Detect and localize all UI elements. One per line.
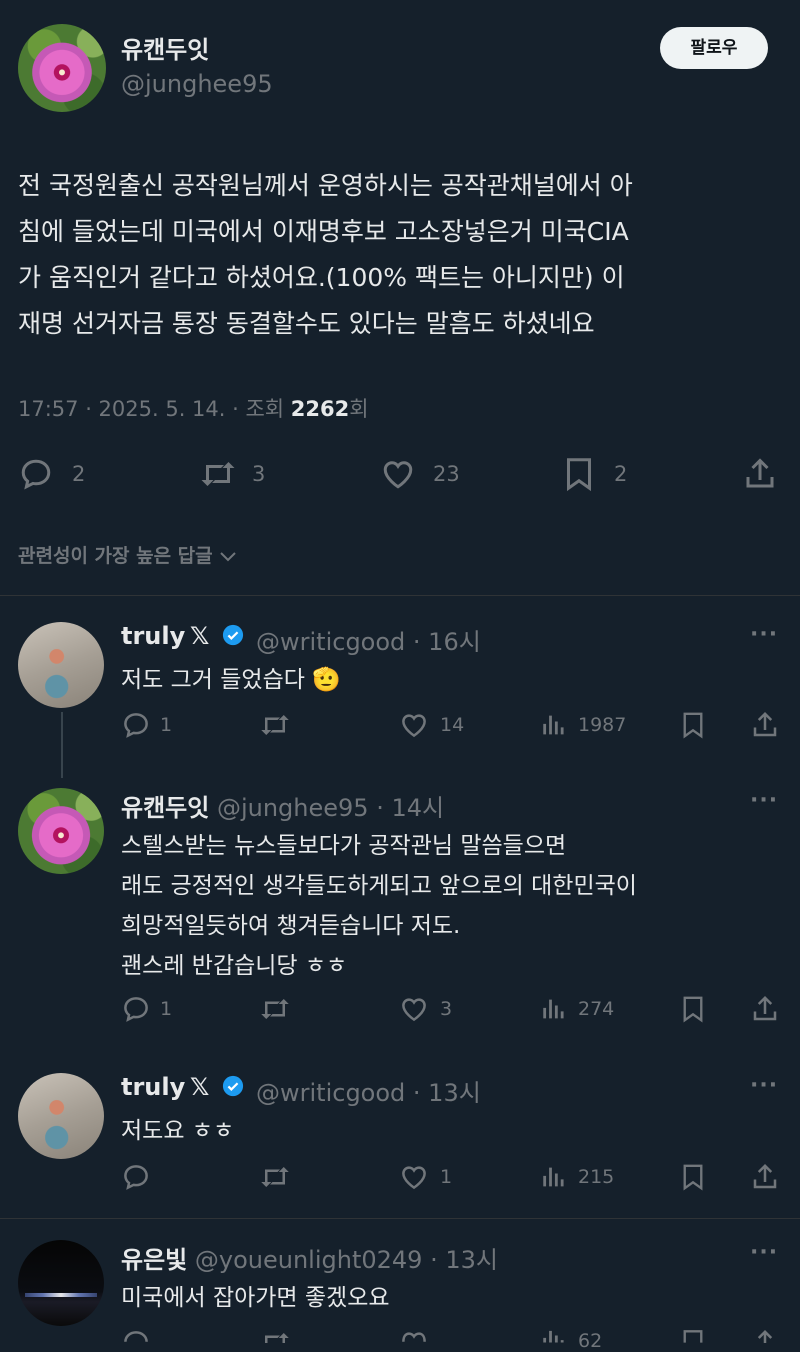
post-text-line-3: 가 움직인거 같다고 하셨어요.(100% 팩트는 아니지만) 이 [18, 263, 625, 292]
like-count: 23 [433, 462, 460, 486]
reply-text-line-2: 래도 긍정적인 생각들도하게되고 앞으로의 대한민국이 [121, 873, 637, 899]
reply-header: 유캔두잇 @junghee95 · 14시 [121, 788, 444, 823]
post-text-line-4: 재명 선거자금 통장 동결할수도 있다는 말흠도 하셨네요 [18, 309, 595, 338]
reply-handle-time: @writicgood · 13시 [256, 1073, 481, 1108]
reply-count: 2 [72, 462, 86, 486]
reply-author-name[interactable]: truly [121, 622, 185, 650]
x-affiliate-icon: 𝕏 [190, 1073, 210, 1101]
more-options-icon[interactable]: ··· [750, 1073, 778, 1098]
like-icon[interactable] [399, 710, 429, 740]
follow-button[interactable]: 팔로우 [660, 27, 768, 69]
reply-avatar[interactable] [18, 788, 104, 874]
reply-author-name[interactable]: 유은빛 [121, 1246, 187, 1274]
reply-header: 유은빛 @youeunlight0249 · 13시 [121, 1240, 498, 1275]
verified-badge-icon [222, 624, 244, 646]
repost-icon[interactable] [258, 1162, 292, 1192]
repost-icon[interactable] [198, 456, 238, 492]
post-timestamp[interactable]: 17:57 · 2025. 5. 14. · 조회 [18, 397, 291, 421]
reply-avatar[interactable] [18, 1073, 104, 1159]
chevron-down-icon [220, 551, 236, 561]
reply-icon[interactable] [121, 710, 151, 740]
repost-icon[interactable] [258, 994, 292, 1024]
reply-text-line-3: 희망적일듯하여 챙겨듣습니다 저도. [121, 913, 461, 939]
reply-time[interactable]: · 16시 [413, 628, 481, 656]
more-options-icon[interactable]: ··· [750, 1240, 778, 1265]
more-options-icon[interactable]: ··· [750, 788, 778, 813]
share-icon[interactable] [750, 710, 780, 740]
share-icon[interactable] [750, 1328, 780, 1343]
post-text-line-1: 전 국정원출신 공작원님께서 운영하시는 공작관채널에서 아 [18, 171, 633, 200]
reply-author-name[interactable]: truly [121, 1073, 185, 1101]
reply-icon[interactable] [121, 994, 151, 1024]
repost-count: 3 [252, 462, 266, 486]
reply-icon[interactable] [121, 1162, 151, 1192]
reply-time[interactable]: · 13시 [413, 1079, 481, 1107]
x-affiliate-icon: 𝕏 [190, 622, 210, 650]
repost-icon[interactable] [258, 710, 292, 740]
views-count: 215 [578, 1166, 615, 1188]
reply-handle[interactable]: @junghee95 [217, 794, 369, 822]
view-count: 2262 [290, 397, 350, 421]
reply-text-line-1: 미국에서 잡아가면 좋겠오요 [121, 1285, 390, 1311]
reply-time[interactable]: · 13시 [430, 1246, 498, 1274]
reply-header: truly [121, 622, 185, 650]
post-text-line-2: 침에 들었는데 미국에서 이재명후보 고소장넣은거 미국CIA [18, 217, 629, 246]
like-icon[interactable] [399, 1328, 429, 1343]
section-divider [0, 595, 800, 596]
like-count: 3 [440, 998, 453, 1020]
views-icon[interactable] [540, 710, 568, 740]
reply-author-name[interactable]: 유캔두잇 [121, 794, 209, 822]
verified-badge-icon [222, 1075, 244, 1097]
bookmark-icon[interactable] [562, 456, 596, 492]
like-icon[interactable] [380, 456, 416, 492]
bookmark-icon[interactable] [680, 994, 706, 1024]
reply-time[interactable]: · 14시 [376, 794, 444, 822]
reply-avatar[interactable] [18, 622, 104, 708]
views-count: 274 [578, 998, 615, 1020]
reply-text-line-4: 괜스레 반갑습니당 ㅎㅎ [121, 953, 348, 979]
reply-handle[interactable]: @youeunlight0249 [195, 1246, 423, 1274]
sort-label: 관련성이 가장 높은 답글 [18, 545, 213, 567]
more-options-icon[interactable]: ··· [750, 622, 778, 647]
views-count: 62 [578, 1330, 603, 1352]
author-handle[interactable]: @junghee95 [121, 70, 273, 98]
post-meta: 17:57 · 2025. 5. 14. · 조회 2262회 [18, 393, 369, 423]
author-avatar[interactable] [18, 24, 106, 112]
bookmark-icon[interactable] [680, 1328, 706, 1343]
views-icon[interactable] [540, 1162, 568, 1192]
like-count: 1 [440, 1166, 453, 1188]
views-icon[interactable] [540, 994, 568, 1024]
reply-divider [0, 1218, 800, 1219]
repost-icon[interactable] [258, 1328, 292, 1343]
reply-avatar[interactable] [18, 1240, 104, 1326]
reply-text-line-1: 저도 그거 들었습다 🫡 [121, 667, 341, 693]
like-count: 14 [440, 714, 465, 736]
view-suffix: 회 [349, 397, 369, 421]
reply-icon[interactable] [18, 456, 54, 492]
views-icon[interactable] [540, 1328, 568, 1343]
reply-handle[interactable]: @writicgood [256, 628, 405, 656]
share-icon[interactable] [750, 1162, 780, 1192]
reply-text-line-1: 스텔스받는 뉴스들보다가 공작관님 말씀들으면 [121, 833, 567, 859]
views-count: 1987 [578, 714, 627, 736]
reply-handle-time: @writicgood · 16시 [256, 622, 481, 657]
bookmark-count: 2 [614, 462, 628, 486]
reply-handle[interactable]: @writicgood [256, 1079, 405, 1107]
like-icon[interactable] [399, 994, 429, 1024]
share-icon[interactable] [742, 456, 778, 492]
reply-header: truly [121, 1073, 185, 1101]
author-name[interactable]: 유캔두잇 [121, 30, 209, 65]
bookmark-icon[interactable] [680, 710, 706, 740]
like-icon[interactable] [399, 1162, 429, 1192]
bookmark-icon[interactable] [680, 1162, 706, 1192]
reply-text-line-1: 저도요 ㅎㅎ [121, 1118, 235, 1144]
thread-line [61, 712, 63, 778]
reply-count: 1 [160, 998, 173, 1020]
share-icon[interactable] [750, 994, 780, 1024]
reply-count: 1 [160, 714, 173, 736]
reply-icon[interactable] [121, 1328, 151, 1343]
sort-dropdown[interactable]: 관련성이 가장 높은 답글 [18, 541, 237, 568]
